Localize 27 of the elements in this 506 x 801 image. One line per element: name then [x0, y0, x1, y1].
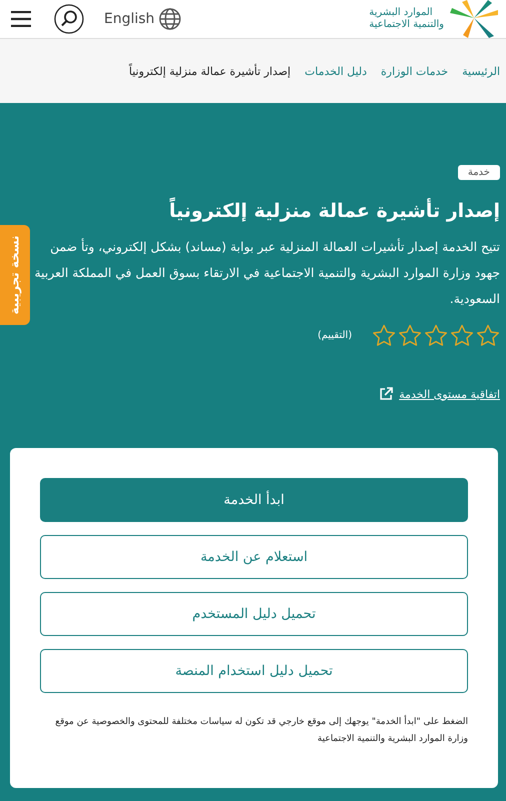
logo-text: الموارد البشرية [369, 7, 433, 19]
search-icon[interactable] [54, 4, 84, 34]
disclaimer-text: الضغط على "ابدأ الخدمة" يوجهك إلى موقع خارجي قد تكون له سياسات مختلفة للمحتوى والخصوصية عن موقع وزارة الموارد البشرية والتنمية الاجتماعية [54, 714, 468, 746]
globe-icon [158, 8, 181, 30]
star-icon[interactable] [476, 324, 500, 347]
service-description: تتيح الخدمة إصدار تأشيرات العمالة المنزلية عبر بوابة (مساند) بشكل إلكتروني، وتأ ضمن جهود وزارة الموارد البشرية والتنمية الاجتماعية في الارتقاء بسوق العمل في المملكة العربية السعودية. [34, 237, 500, 308]
service-tag: خدمة [458, 165, 500, 180]
menu-icon[interactable] [10, 11, 32, 27]
breadcrumb-link[interactable]: دليل الخدمات [304, 64, 367, 78]
star-icon[interactable] [398, 324, 422, 347]
star-icon[interactable] [372, 324, 396, 347]
action-button[interactable]: تحميل دليل استخدام المنصة [40, 648, 468, 692]
breadcrumb-link[interactable]: الرئيسية [462, 64, 500, 78]
action-button[interactable]: ابدأ الخدمة [40, 478, 468, 522]
external-link-icon [379, 387, 394, 401]
language-button[interactable]: English [104, 8, 181, 30]
logo-text: والتنمية الاجتماعية [369, 19, 444, 31]
action-button[interactable]: تحميل دليل المستخدم [40, 592, 468, 636]
star-icon[interactable] [424, 324, 448, 347]
breadcrumb-link[interactable]: إصدار تأشيرة عمالة منزلية إلكترونياً [129, 64, 291, 78]
page-title: إصدار تأشيرة عمالة منزلية إلكترونياً [0, 200, 500, 222]
logo-icon [448, 0, 500, 38]
sla-link[interactable]: اتفاقية مستوى الخدمة [379, 387, 500, 401]
rating-label: (التقييم) [318, 330, 352, 341]
star-icon[interactable] [450, 324, 474, 347]
action-button[interactable]: استعلام عن الخدمة [40, 534, 468, 578]
breadcrumb-link[interactable]: خدمات الوزارة [380, 64, 448, 78]
